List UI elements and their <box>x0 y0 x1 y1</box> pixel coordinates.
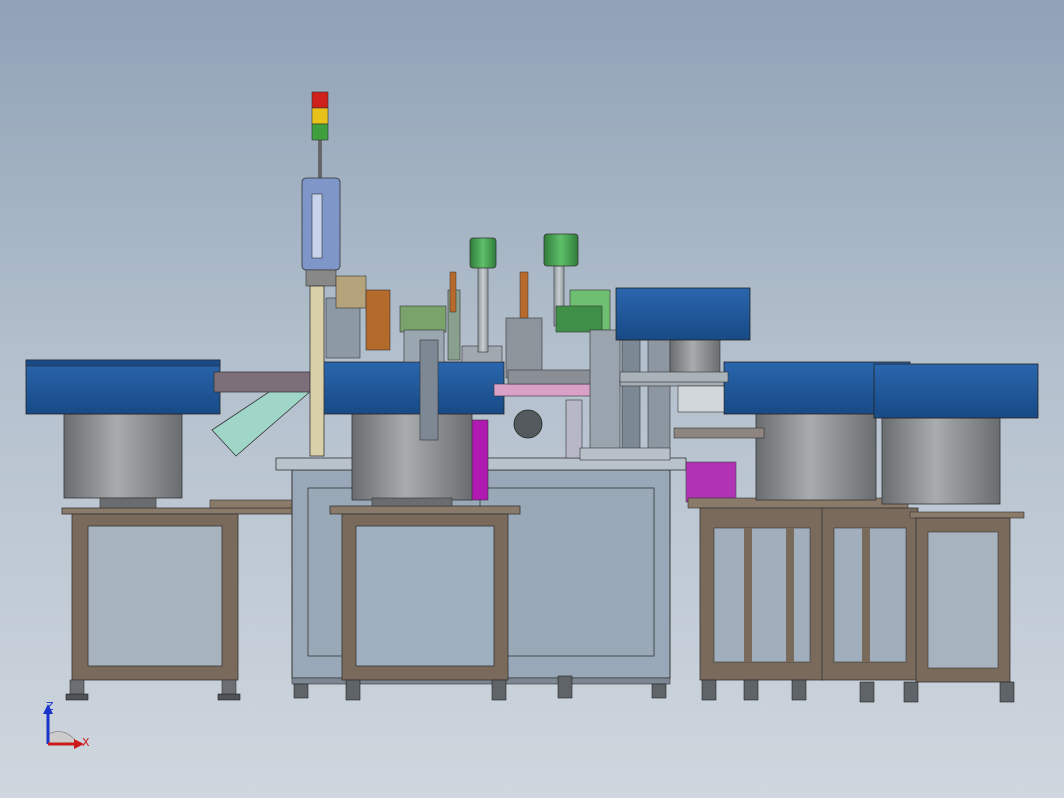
center-left-feeder-stand <box>329 505 521 701</box>
right-feeder-stand-2 <box>821 507 1025 703</box>
right-vibratory-bowl-2 <box>873 363 1039 505</box>
tower-signal-light <box>311 91 329 180</box>
x-axis-label: X <box>82 736 90 749</box>
coordinate-triad: Z X <box>43 700 90 749</box>
triad-xz-plane <box>47 731 79 745</box>
left-vibratory-bowl <box>25 359 221 509</box>
cad-viewport[interactable]: Z X <box>0 0 1064 798</box>
green-cylinder-left <box>469 237 497 353</box>
z-axis-label: Z <box>46 700 54 713</box>
left-feeder-stand <box>61 507 293 701</box>
